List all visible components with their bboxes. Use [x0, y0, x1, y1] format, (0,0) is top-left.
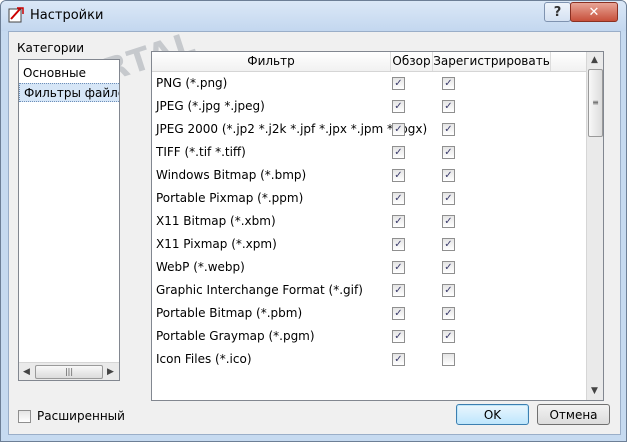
categories-horizontal-scrollbar[interactable]: ◀ ||| ▶: [19, 362, 119, 380]
register-checkbox[interactable]: ✓: [442, 238, 455, 251]
register-checkbox[interactable]: ✓: [442, 284, 455, 297]
filter-name: JPEG (*.jpg *.jpeg): [156, 99, 265, 113]
browse-checkbox[interactable]: ✓: [392, 169, 405, 182]
category-item-general[interactable]: Основные: [19, 64, 119, 83]
register-checkbox[interactable]: ✓: [442, 146, 455, 159]
browse-checkbox[interactable]: ✓: [392, 215, 405, 228]
filter-name: X11 Bitmap (*.xbm): [156, 214, 276, 228]
cancel-button[interactable]: Отмена: [537, 404, 610, 425]
categories-label: Категории: [17, 41, 85, 55]
register-checkbox[interactable]: ✓: [442, 330, 455, 343]
table-row[interactable]: Graphic Interchange Format (*.gif) ✓ ✓: [152, 279, 586, 302]
register-checkbox[interactable]: ✓: [442, 261, 455, 274]
advanced-label: Расширенный: [37, 409, 125, 423]
table-row[interactable]: WebP (*.webp) ✓ ✓: [152, 256, 586, 279]
table-row[interactable]: X11 Bitmap (*.xbm) ✓ ✓: [152, 210, 586, 233]
title-bar: Настройки ? ✕: [1, 1, 626, 31]
browse-checkbox[interactable]: ✓: [392, 100, 405, 113]
settings-dialog: Настройки ? ✕ PORTAL Категории Основные …: [0, 0, 627, 442]
scroll-thumb[interactable]: ≡: [588, 69, 603, 137]
scroll-up-icon[interactable]: ▲: [591, 55, 598, 65]
browse-checkbox[interactable]: ✓: [392, 307, 405, 320]
register-checkbox[interactable]: ✓: [442, 307, 455, 320]
scroll-thumb[interactable]: |||: [35, 365, 103, 379]
register-checkbox[interactable]: ✓: [442, 123, 455, 136]
table-row[interactable]: TIFF (*.tif *.tiff) ✓ ✓: [152, 141, 586, 164]
table-row[interactable]: Portable Bitmap (*.pbm) ✓ ✓: [152, 302, 586, 325]
filter-name: X11 Pixmap (*.xpm): [156, 237, 277, 251]
filter-name: Windows Bitmap (*.bmp): [156, 168, 307, 182]
register-checkbox[interactable]: ✓: [442, 100, 455, 113]
dialog-body: PORTAL Категории Основные Фильтры файлов…: [8, 24, 621, 435]
table-row[interactable]: Portable Pixmap (*.ppm) ✓ ✓: [152, 187, 586, 210]
advanced-checkbox[interactable]: [18, 409, 31, 423]
browse-checkbox[interactable]: ✓: [392, 123, 405, 136]
filter-name: TIFF (*.tif *.tiff): [156, 145, 246, 159]
table-row[interactable]: JPEG 2000 (*.jp2 *.j2k *.jpf *.jpx *.jpm…: [152, 118, 586, 141]
column-header-browse[interactable]: Обзор: [391, 52, 433, 71]
table-row[interactable]: Icon Files (*.ico) ✓: [152, 348, 586, 371]
register-checkbox[interactable]: ✓: [442, 215, 455, 228]
filter-name: Graphic Interchange Format (*.gif): [156, 283, 363, 297]
close-button[interactable]: ✕: [570, 2, 618, 22]
filter-name: Portable Bitmap (*.pbm): [156, 306, 303, 320]
help-button[interactable]: ?: [544, 2, 571, 22]
filter-name: Portable Graymap (*.pgm): [156, 329, 315, 343]
browse-checkbox[interactable]: ✓: [392, 284, 405, 297]
ok-button[interactable]: OK: [456, 404, 529, 425]
column-header-register[interactable]: Зарегистрировать: [433, 52, 551, 71]
browse-checkbox[interactable]: ✓: [392, 77, 405, 90]
browse-checkbox[interactable]: ✓: [392, 261, 405, 274]
scroll-down-icon[interactable]: ▼: [591, 386, 598, 396]
browse-checkbox[interactable]: ✓: [392, 353, 405, 366]
filter-name: JPEG 2000 (*.jp2 *.j2k *.jpf *.jpx *.jpm…: [156, 122, 428, 136]
browse-checkbox[interactable]: ✓: [392, 146, 405, 159]
browse-checkbox[interactable]: ✓: [392, 192, 405, 205]
scroll-left-icon[interactable]: ◀: [23, 367, 30, 377]
register-checkbox[interactable]: [442, 353, 455, 366]
app-icon: [8, 7, 24, 23]
register-checkbox[interactable]: ✓: [442, 169, 455, 182]
table-row[interactable]: JPEG (*.jpg *.jpeg) ✓ ✓: [152, 95, 586, 118]
advanced-option[interactable]: Расширенный: [18, 409, 125, 423]
table-row[interactable]: PNG (*.png) ✓ ✓: [152, 72, 586, 95]
categories-list[interactable]: Основные Фильтры файлов ◀ ||| ▶: [18, 59, 120, 381]
table-row[interactable]: Windows Bitmap (*.bmp) ✓ ✓: [152, 164, 586, 187]
category-item-file-filters[interactable]: Фильтры файлов: [19, 83, 119, 102]
browse-checkbox[interactable]: ✓: [392, 330, 405, 343]
filters-table: Фильтр Обзор Зарегистрировать PNG (*.png…: [151, 51, 604, 401]
register-checkbox[interactable]: ✓: [442, 192, 455, 205]
table-row[interactable]: Portable Graymap (*.pgm) ✓ ✓: [152, 325, 586, 348]
scroll-right-icon[interactable]: ▶: [107, 367, 114, 377]
filter-name: Portable Pixmap (*.ppm): [156, 191, 304, 205]
table-row[interactable]: X11 Pixmap (*.xpm) ✓ ✓: [152, 233, 586, 256]
browse-checkbox[interactable]: ✓: [392, 238, 405, 251]
table-vertical-scrollbar[interactable]: ▲ ≡ ▼: [586, 52, 603, 400]
filter-name: Icon Files (*.ico): [156, 352, 252, 366]
table-header: Фильтр Обзор Зарегистрировать: [152, 52, 586, 72]
filter-name: PNG (*.png): [156, 76, 228, 90]
filter-name: WebP (*.webp): [156, 260, 245, 274]
window-title: Настройки: [30, 8, 104, 23]
column-header-filter[interactable]: Фильтр: [152, 52, 391, 71]
register-checkbox[interactable]: ✓: [442, 77, 455, 90]
